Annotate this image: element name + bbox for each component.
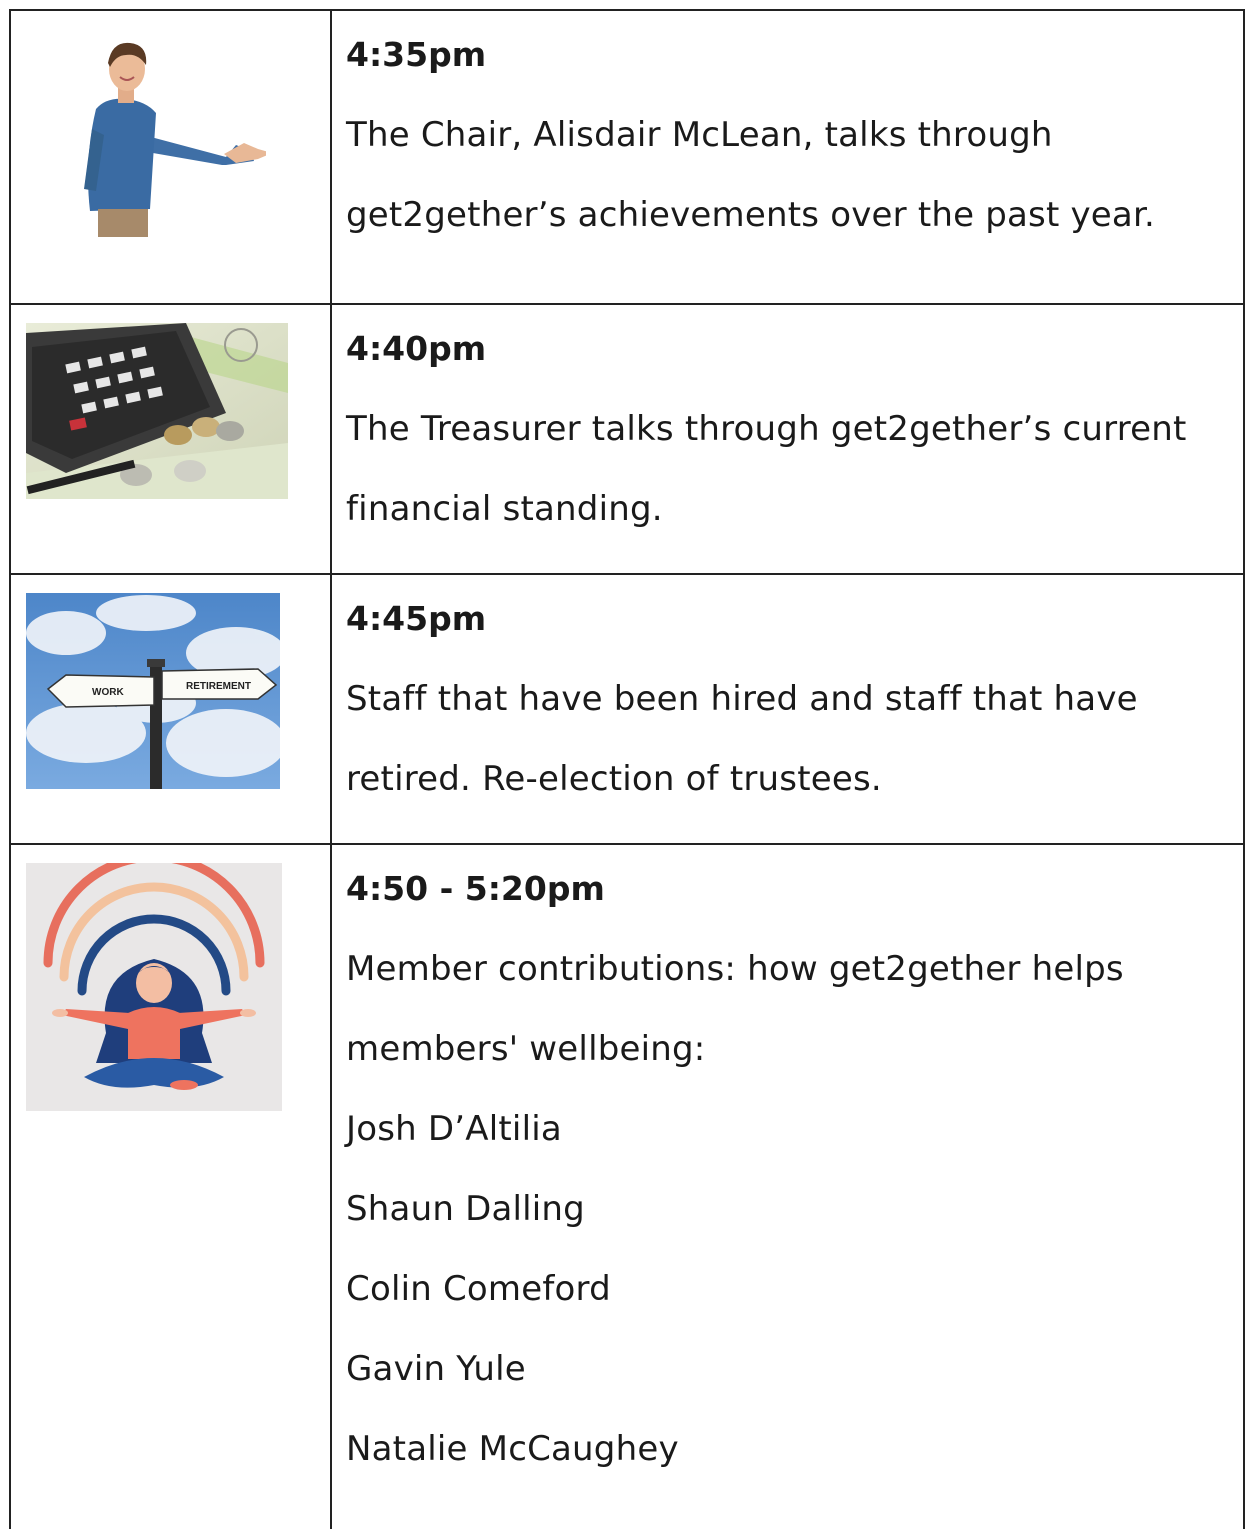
agenda-item-text: 4:45pm Staff that have been hired and st… xyxy=(346,579,1226,819)
member-name: Josh D’Altilia xyxy=(346,1109,562,1149)
agenda-time: 4:35pm xyxy=(346,35,487,74)
row-divider xyxy=(9,573,1245,575)
agenda-description-line: The Chair, Alisdair McLean, talks throug… xyxy=(346,115,1053,155)
agenda-item-text: 4:40pm The Treasurer talks through get2g… xyxy=(346,309,1226,549)
table-border-left xyxy=(9,9,11,1529)
table-border-top xyxy=(9,9,1245,11)
meditation-rainbow-image xyxy=(26,863,282,1111)
agenda-description-line: The Treasurer talks through get2gether’s… xyxy=(346,409,1187,449)
signpost-image: WORK RETIREMENT xyxy=(26,593,280,789)
agenda-description-line: financial standing. xyxy=(346,489,663,529)
column-divider xyxy=(330,9,332,1529)
agenda-description-line: Member contributions: how get2gether hel… xyxy=(346,949,1124,989)
member-name: Shaun Dalling xyxy=(346,1189,585,1229)
agenda-item-text: 4:50 - 5:20pm Member contributions: how … xyxy=(346,849,1226,1489)
member-name: Gavin Yule xyxy=(346,1349,526,1389)
sign-work-label: WORK xyxy=(92,687,124,698)
agenda-time: 4:45pm xyxy=(346,599,487,638)
agenda-table: 4:35pm The Chair, Alisdair McLean, talks… xyxy=(9,9,1245,1529)
agenda-description-line: Staff that have been hired and staff tha… xyxy=(346,679,1138,719)
man-presenting-image xyxy=(26,39,266,237)
agenda-description-line: retired. Re-election of trustees. xyxy=(346,759,882,799)
member-name: Natalie McCaughey xyxy=(346,1429,679,1469)
agenda-time: 4:40pm xyxy=(346,329,487,368)
table-border-right xyxy=(1243,9,1245,1529)
calculator-coins-image xyxy=(26,323,288,499)
agenda-item-text: 4:35pm The Chair, Alisdair McLean, talks… xyxy=(346,15,1226,255)
agenda-description-line: members' wellbeing: xyxy=(346,1029,706,1069)
member-name: Colin Comeford xyxy=(346,1269,611,1309)
agenda-time: 4:50 - 5:20pm xyxy=(346,869,605,908)
sign-retirement-label: RETIREMENT xyxy=(186,681,251,692)
agenda-description-line: get2gether’s achievements over the past … xyxy=(346,195,1156,235)
row-divider xyxy=(9,843,1245,845)
row-divider xyxy=(9,303,1245,305)
